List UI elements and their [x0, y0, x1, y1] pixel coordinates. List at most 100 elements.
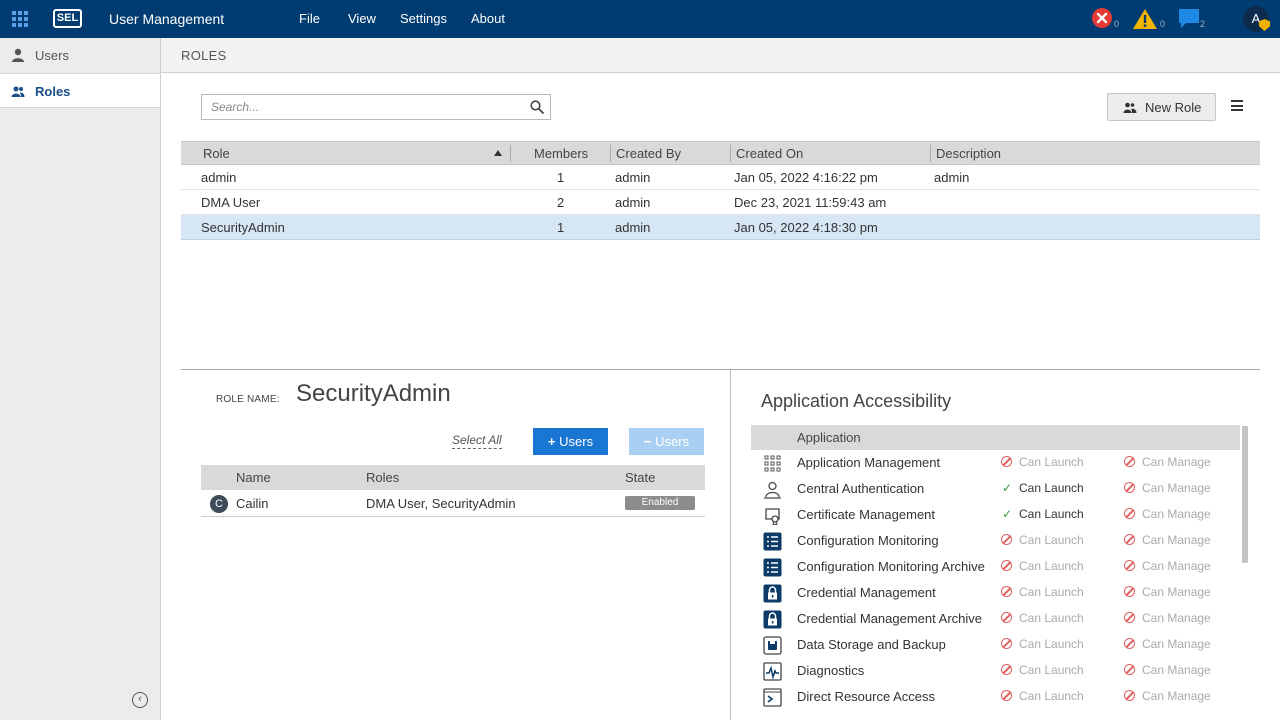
column-header-created-by[interactable]: Created By [616, 146, 681, 161]
user-roles-cell: DMA User, SecurityAdmin [366, 496, 516, 511]
top-bar: SEL User Management File View Settings A… [0, 0, 1280, 38]
menu-view[interactable]: View [348, 11, 376, 26]
panel-divider[interactable] [181, 369, 1260, 370]
message-icon[interactable] [1178, 8, 1200, 30]
created-on-cell: Jan 05, 2022 4:18:30 pm [734, 220, 878, 235]
can-manage-toggle[interactable]: Can Manage [1124, 611, 1211, 625]
menu-file[interactable]: File [299, 11, 320, 26]
sidebar-item-roles[interactable]: Roles [0, 73, 160, 108]
permission-label: Can Launch [1019, 559, 1084, 573]
plus-icon: + [547, 434, 556, 449]
lock-icon [763, 584, 782, 603]
warning-count: 0 [1160, 19, 1166, 29]
app-row: Credential Management Archive Can Launch C… [751, 606, 1240, 632]
new-role-button[interactable]: New Role [1107, 93, 1216, 121]
can-manage-toggle[interactable]: Can Manage [1124, 533, 1211, 547]
table-row[interactable]: admin 1 admin Jan 05, 2022 4:16:22 pm ad… [181, 165, 1260, 190]
column-header-name[interactable]: Name [236, 470, 271, 485]
app-name: Certificate Management [797, 507, 936, 522]
table-row[interactable]: DMA User 2 admin Dec 23, 2021 11:59:43 a… [181, 190, 1260, 215]
can-launch-toggle[interactable]: Can Launch [1001, 663, 1084, 677]
config-list-icon [763, 558, 782, 577]
can-launch-toggle[interactable]: ✓ Can Launch [1001, 507, 1084, 521]
can-launch-toggle[interactable]: ✓ Can Launch [1001, 481, 1084, 495]
column-header-created-on[interactable]: Created On [736, 146, 803, 161]
column-header-roles[interactable]: Roles [366, 470, 399, 485]
column-header-state[interactable]: State [625, 470, 655, 485]
permission-label: Can Launch [1019, 663, 1084, 677]
table-row-selected[interactable]: SecurityAdmin 1 admin Jan 05, 2022 4:18:… [181, 215, 1260, 240]
prohibited-icon [1124, 664, 1135, 675]
search-input[interactable] [202, 95, 512, 119]
page-header: ROLES [161, 38, 1280, 73]
menu-settings[interactable]: Settings [400, 11, 447, 26]
add-users-label: Users [559, 434, 594, 449]
can-manage-toggle[interactable]: Can Manage [1124, 481, 1211, 495]
can-launch-toggle[interactable]: Can Launch [1001, 689, 1084, 703]
can-manage-toggle[interactable]: Can Manage [1124, 507, 1211, 521]
warning-icon[interactable] [1132, 8, 1158, 30]
table-row[interactable]: C Cailin DMA User, SecurityAdmin Enabled [201, 490, 705, 517]
error-icon[interactable] [1091, 7, 1113, 29]
permission-label: Can Launch [1019, 689, 1084, 703]
app-row: Certificate Management ✓ Can Launch Can Man… [751, 502, 1240, 528]
can-launch-toggle[interactable]: Can Launch [1001, 585, 1084, 599]
menu-about[interactable]: About [471, 11, 505, 26]
column-divider[interactable] [610, 145, 611, 162]
role-name-label: ROLE NAME: [216, 394, 280, 405]
prohibited-icon [1124, 560, 1135, 571]
permission-label: Can Launch [1019, 481, 1084, 495]
prohibited-icon [1124, 638, 1135, 649]
column-header-application[interactable]: Application [797, 430, 861, 445]
app-grid-icon [764, 455, 781, 472]
can-manage-toggle[interactable]: Can Manage [1124, 455, 1211, 469]
panel-splitter[interactable] [730, 370, 731, 720]
app-table-header: Application [751, 425, 1240, 450]
can-launch-toggle[interactable]: Can Launch [1001, 637, 1084, 651]
app-row: Application Management Can Launch Can Mana… [751, 450, 1240, 476]
role-cell: DMA User [201, 195, 261, 210]
can-manage-toggle[interactable]: Can Manage [1124, 663, 1211, 677]
sel-logo: SEL [53, 9, 82, 28]
sidebar-item-label: Users [35, 48, 69, 63]
menu-icon[interactable] [1231, 100, 1243, 111]
remove-users-button[interactable]: − Users [629, 428, 704, 455]
column-header-members[interactable]: Members [534, 146, 588, 161]
can-manage-toggle[interactable]: Can Manage [1124, 637, 1211, 651]
app-launcher-grid-icon[interactable] [12, 11, 28, 27]
user-icon [12, 48, 24, 62]
can-launch-toggle[interactable]: Can Launch [1001, 533, 1084, 547]
can-launch-toggle[interactable]: Can Launch [1001, 455, 1084, 469]
can-launch-toggle[interactable]: Can Launch [1001, 559, 1084, 573]
column-divider[interactable] [930, 145, 931, 162]
can-manage-toggle[interactable]: Can Manage [1124, 689, 1211, 703]
column-divider[interactable] [730, 145, 731, 162]
can-manage-toggle[interactable]: Can Manage [1124, 585, 1211, 599]
can-launch-toggle[interactable]: Can Launch [1001, 611, 1084, 625]
users-group-icon [1123, 102, 1137, 113]
can-manage-toggle[interactable]: Can Manage [1124, 559, 1211, 573]
sidebar-item-users[interactable]: Users [0, 38, 160, 73]
prohibited-icon [1001, 534, 1012, 545]
permission-label: Can Manage [1142, 663, 1211, 677]
column-header-role[interactable]: Role [203, 146, 230, 161]
members-cell: 2 [557, 195, 565, 210]
central-auth-icon [764, 481, 781, 499]
sort-ascending-icon[interactable] [494, 150, 502, 156]
scrollbar[interactable] [1242, 426, 1248, 563]
members-cell: 1 [557, 170, 565, 185]
role-name-value: SecurityAdmin [296, 380, 451, 407]
app-row: Central Authentication ✓ Can Launch Can Man… [751, 476, 1240, 502]
add-users-button[interactable]: + Users [533, 428, 608, 455]
collapse-sidebar-icon[interactable]: ‹ [132, 692, 148, 708]
role-users-table: Name Roles State C Cailin DMA User, Secu… [201, 465, 705, 517]
column-divider[interactable] [510, 145, 511, 162]
search-box [201, 94, 551, 120]
column-header-description[interactable]: Description [936, 146, 1001, 161]
permission-label: Can Manage [1142, 559, 1211, 573]
select-all-link[interactable]: Select All [452, 433, 502, 449]
permission-label: Can Manage [1142, 481, 1211, 495]
page-title: ROLES [181, 48, 227, 63]
search-icon[interactable] [530, 100, 544, 114]
app-name: Configuration Monitoring Archive [797, 559, 985, 574]
